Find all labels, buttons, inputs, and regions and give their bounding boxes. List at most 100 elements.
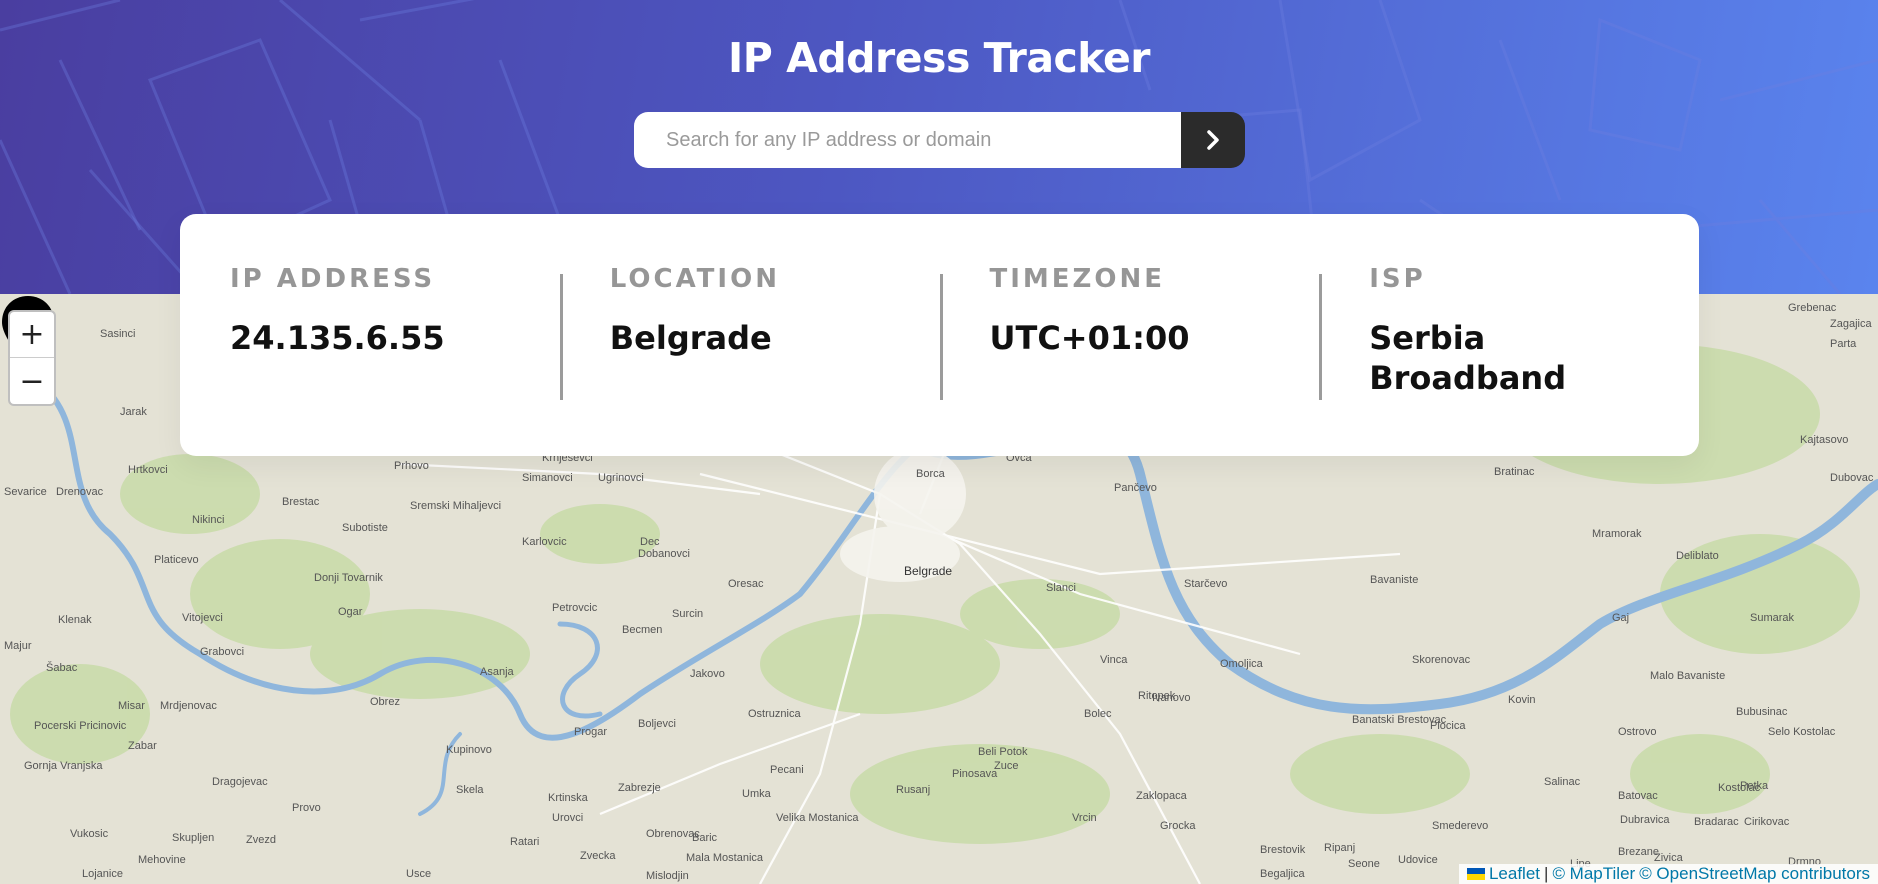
map-place-label: Krtinska xyxy=(548,792,588,804)
map-place-label: Becmen xyxy=(622,624,663,636)
map-place-label: Zuce xyxy=(994,760,1019,772)
map-place-label: Mehovine xyxy=(138,854,186,866)
ip-address-panel: IP ADDRESS 24.135.6.55 xyxy=(180,214,560,456)
map-place-label: Salinac xyxy=(1544,776,1581,788)
map-place-label: Cirikovac xyxy=(1744,816,1790,828)
isp-panel: ISP Serbia Broadband xyxy=(1319,214,1699,456)
page-title: IP Address Tracker xyxy=(728,34,1150,82)
osm-link[interactable]: © OpenStreetMap contributors xyxy=(1639,864,1870,884)
map-place-label: Vrcin xyxy=(1072,812,1097,824)
map-place-label: Zabrezje xyxy=(618,782,661,794)
map-place-label: Deliblato xyxy=(1676,550,1719,562)
location-value: Belgrade xyxy=(609,319,772,357)
map-place-label: Skorenovac xyxy=(1412,654,1471,666)
map-place-label: Ugrinovci xyxy=(598,472,644,484)
maptiler-link[interactable]: © MapTiler xyxy=(1552,864,1635,884)
search-form xyxy=(634,112,1245,168)
map-place-label: Ivanovo xyxy=(1152,692,1191,704)
map-place-label: Bradarac xyxy=(1694,816,1739,828)
ukraine-flag-icon xyxy=(1466,868,1485,880)
map-place-label: Lojanice xyxy=(82,868,123,880)
map-place-label: Ratari xyxy=(510,836,540,848)
map-place-label: Grocka xyxy=(1160,820,1196,832)
map-place-label: Dragojevac xyxy=(212,776,268,788)
map-place-label: Zabar xyxy=(128,740,157,752)
map-place-label: Gaj xyxy=(1612,612,1630,624)
map-place-label: Nikinci xyxy=(192,514,225,526)
map-place-label: Obrez xyxy=(370,696,400,708)
map-place-label: Brestac xyxy=(282,496,320,508)
map-place-label: Mala Mostanica xyxy=(686,852,764,864)
map-place-label: Provo xyxy=(292,802,321,814)
isp-label: ISP xyxy=(1369,264,1426,294)
map-place-label: Umka xyxy=(742,788,771,800)
map-place-label: Zivica xyxy=(1654,852,1683,864)
map-place-label: Pančevo xyxy=(1114,482,1157,494)
map-place-label: Zvecka xyxy=(580,850,616,862)
map-place-label: Ostruznica xyxy=(748,708,801,720)
map-place-label: Oresac xyxy=(728,578,764,590)
map-place-label: Pinosava xyxy=(952,768,998,780)
map-place-label: Slanci xyxy=(1046,582,1076,594)
map-place-label: Selo Kostolac xyxy=(1768,726,1836,738)
map-place-label: Kupinovo xyxy=(446,744,492,756)
zoom-control: + − xyxy=(8,310,56,406)
map-place-label: Zagajica xyxy=(1830,318,1872,330)
map-place-label: Sumarak xyxy=(1750,612,1795,624)
map-place-label: Zvezd xyxy=(246,834,276,846)
zoom-in-button[interactable]: + xyxy=(10,312,54,358)
map-place-label: Šabac xyxy=(46,662,78,674)
map-place-label: Subotiste xyxy=(342,522,388,534)
map-place-label: Brezane xyxy=(1618,846,1659,858)
map-place-label: Surcin xyxy=(672,608,704,620)
map-place-label: Bratinac xyxy=(1494,466,1535,478)
map-place-label: Vinca xyxy=(1100,654,1128,666)
map-place-label: Ogar xyxy=(338,606,363,618)
map-place-label: Bolec xyxy=(1084,708,1112,720)
map-place-label: Seone xyxy=(1348,858,1380,870)
ip-address-label: IP ADDRESS xyxy=(230,264,436,294)
map-place-label: Bavaniste xyxy=(1370,574,1419,586)
map-place-label: Simanovci xyxy=(522,472,573,484)
map-place-label: Jakovo xyxy=(690,668,725,680)
map-place-label: Sevarice xyxy=(4,486,47,498)
map-place-label: Progar xyxy=(574,726,608,738)
search-input[interactable] xyxy=(634,112,1181,168)
map-place-label: Velika Mostanica xyxy=(776,812,859,824)
map-place-label: Grabovci xyxy=(200,646,245,658)
search-submit-button[interactable] xyxy=(1181,112,1245,168)
map-place-label: Brestovik xyxy=(1260,844,1306,856)
map-place-label: Hrtkovci xyxy=(128,464,168,476)
map-place-label: Dec xyxy=(640,536,660,548)
map-place-label: Prhovo xyxy=(394,460,429,472)
map-place-label: Drenovac xyxy=(56,486,104,498)
location-label: LOCATION xyxy=(609,264,780,294)
map-place-label: Kajtasovo xyxy=(1800,434,1849,446)
map-place-label: Beli Potok xyxy=(978,746,1028,758)
timezone-value: UTC+01:00 xyxy=(989,319,1190,357)
map-place-label: Dubravica xyxy=(1620,814,1670,826)
map-place-label: Kovin xyxy=(1508,694,1536,706)
map-place-label: Petrovcic xyxy=(552,602,598,614)
map-place-label: Platicevo xyxy=(154,554,199,566)
map-place-label: Smederevo xyxy=(1432,820,1489,832)
map-place-label: Mrdjenovac xyxy=(160,700,217,712)
map-place-label: Gornja Vranjska xyxy=(24,760,103,772)
map-place-label: Batovac xyxy=(1618,790,1658,802)
zoom-out-button[interactable]: − xyxy=(10,358,54,404)
map-place-label: Parta xyxy=(1830,338,1857,350)
map-place-label: Omoljica xyxy=(1220,658,1263,670)
timezone-label: TIMEZONE xyxy=(989,264,1166,294)
map-place-label: Sremski Mihaljevci xyxy=(410,500,502,512)
map-place-label: Mislodjin xyxy=(646,870,689,882)
map-place-label: Belgrade xyxy=(904,564,953,578)
map-place-label: Vukosic xyxy=(70,828,109,840)
map-attribution: Leaflet | © MapTiler © OpenStreetMap con… xyxy=(1458,864,1878,884)
map-place-label: Zaklopaca xyxy=(1136,790,1187,802)
attribution-separator: | xyxy=(1544,864,1549,883)
map-place-label: Rusanj xyxy=(896,784,931,796)
map-place-label: Bubusinac xyxy=(1736,706,1788,718)
map-place-label: Plocica xyxy=(1430,720,1466,732)
timezone-panel: TIMEZONE UTC+01:00 xyxy=(939,214,1320,456)
leaflet-link[interactable]: Leaflet xyxy=(1489,864,1540,884)
